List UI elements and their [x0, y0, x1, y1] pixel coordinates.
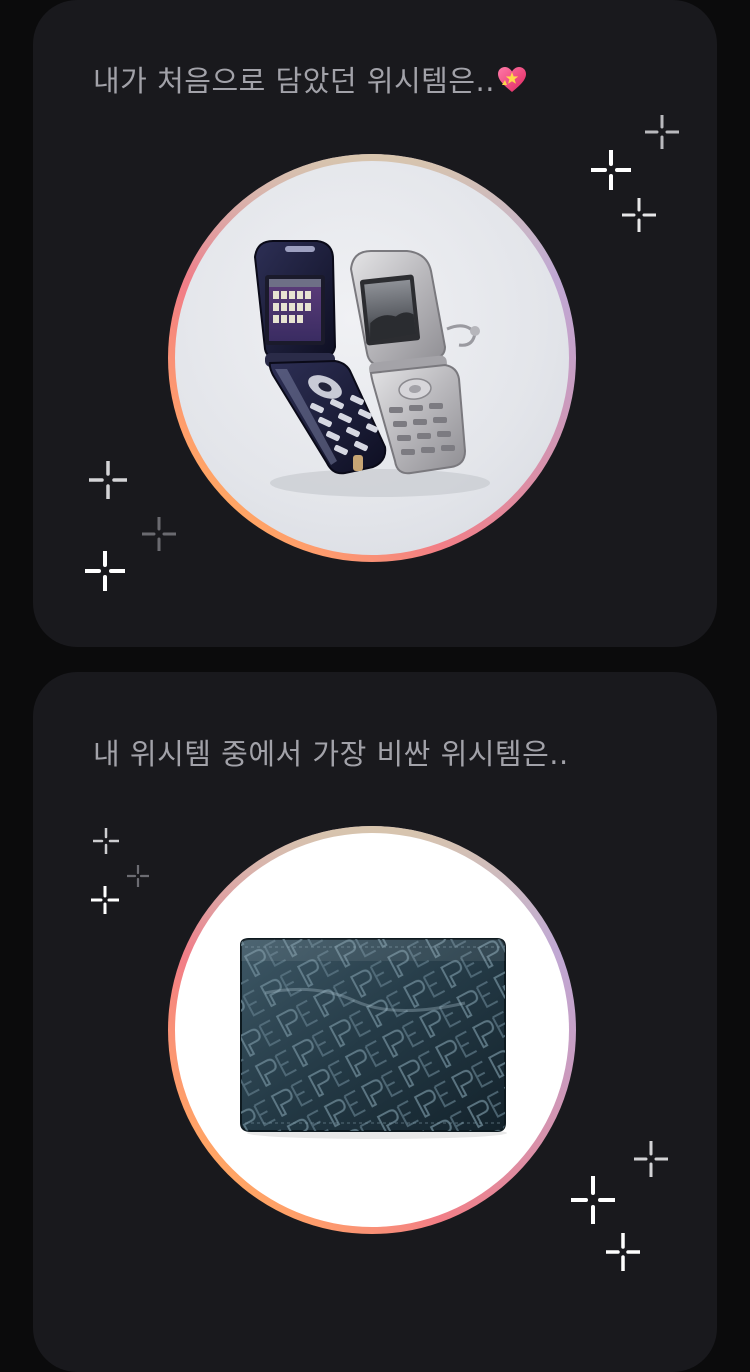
sparkle-icon: [634, 1141, 668, 1177]
sparkle-icon: [85, 551, 125, 591]
sparkle-icon: [645, 115, 679, 149]
photo-ring: [168, 154, 576, 562]
sparkle-icon: [142, 517, 176, 551]
sparkle-icon: [93, 828, 119, 854]
wishlist-card-priciest: 내 위시템 중에서 가장 비싼 위시템은..: [33, 672, 717, 1372]
sparkle-icon: [89, 461, 127, 499]
sparkle-icon: [591, 150, 631, 190]
card-title: 내가 처음으로 담았던 위시템은..: [93, 58, 527, 100]
card-title: 내 위시템 중에서 가장 비싼 위시템은..: [93, 737, 569, 771]
sparkle-icon: [622, 198, 656, 232]
sparkling-heart-icon: [497, 65, 527, 95]
wishlist-card-first: 내가 처음으로 담았던 위시템은..: [33, 0, 717, 647]
flip-phones-photo: [175, 161, 569, 555]
sparkle-icon: [127, 865, 149, 887]
embossed-wallet-photo: [175, 833, 569, 1227]
sparkle-icon: [606, 1233, 640, 1271]
sparkle-icon: [571, 1176, 615, 1224]
photo-ring: [168, 826, 576, 1234]
sparkle-icon: [91, 886, 119, 914]
